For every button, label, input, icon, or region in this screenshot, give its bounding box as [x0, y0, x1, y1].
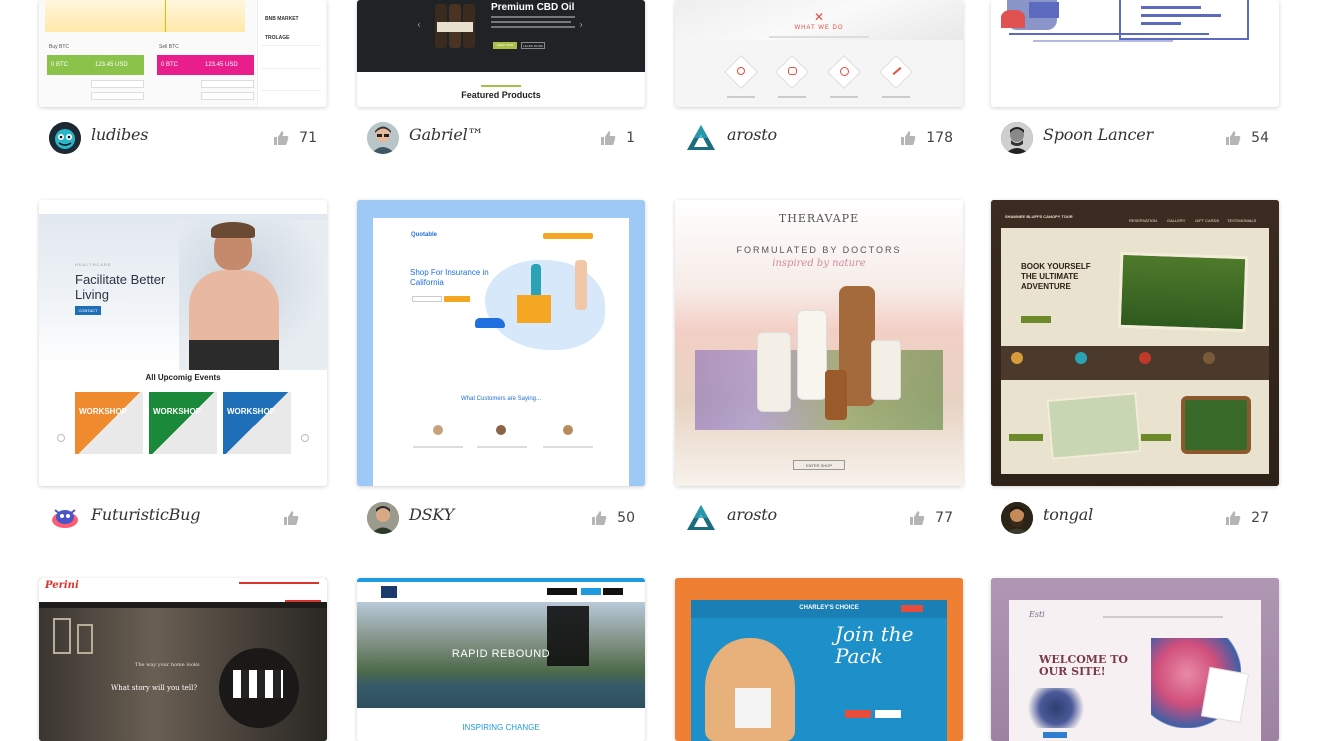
thumbs-up-icon[interactable]	[1225, 130, 1241, 146]
likes-counter[interactable]: 27	[1225, 508, 1269, 528]
brand-logo: SHAWNEE BLUFFS CANOPY TOUR	[1005, 214, 1073, 219]
thumbs-up-icon[interactable]	[1225, 510, 1241, 526]
section-title: INSPIRING CHANGE	[462, 723, 540, 732]
nav-testimonials[interactable]: TESTIMONIALS	[1227, 218, 1256, 223]
likes-counter[interactable]: 77	[909, 508, 953, 528]
hero-heading: What story will you tell?	[111, 684, 198, 692]
shop-now-button[interactable]: SHOP NOW	[493, 42, 517, 49]
likes-counter[interactable]: 71	[273, 128, 317, 148]
like-count: 178	[926, 130, 953, 146]
hero-heading: Join the Pack	[835, 622, 914, 668]
author-name[interactable]: arosto	[727, 505, 777, 524]
like-count: 77	[935, 510, 953, 526]
section-title: Featured Products	[461, 90, 541, 100]
author-avatar[interactable]	[49, 122, 81, 154]
author-name[interactable]: Spoon Lancer	[1043, 125, 1153, 144]
hero-heading: BOOK YOURSELF THE ULTIMATE ADVENTURE	[1021, 262, 1091, 291]
likes-counter[interactable]: 1	[600, 128, 635, 148]
likes-counter[interactable]: 178	[900, 128, 953, 148]
social-heading: SOCIALIZE WITH FELLOW ADVENTURERS	[1093, 479, 1177, 484]
section-title: WHAT WE DO	[794, 25, 844, 31]
likes-counter[interactable]: 50	[591, 508, 635, 528]
shot-thumbnail[interactable]: Esti WELCOME TO OUR SITE!	[991, 578, 1279, 741]
shot-thumbnail[interactable]: THERAVAPE FORMULATED BY DOCTORS inspired…	[675, 200, 963, 486]
hero-heading: Facilitate Better Living	[75, 272, 166, 302]
nav-reservation[interactable]: RESERVATION	[1129, 218, 1157, 223]
like-count: 54	[1251, 130, 1269, 146]
author-avatar[interactable]	[367, 502, 399, 534]
thumbs-up-icon[interactable]	[900, 130, 916, 146]
author-avatar[interactable]	[1001, 122, 1033, 154]
shot-thumbnail[interactable]: CHARLEY'S CHOICE Join the Pack	[675, 578, 963, 741]
author-name[interactable]: DSKY	[409, 505, 454, 524]
hero-subheading: inspired by nature	[772, 258, 866, 269]
events-heading: All Upcomig Events	[145, 373, 221, 382]
shot-thumbnail[interactable]: 0 BTC 123.45 USD 0 BTC 123.45 USD Buy BT…	[39, 0, 327, 107]
shot-thumbnail[interactable]: RAPID REBOUND INSPIRING CHANGE	[357, 578, 645, 741]
like-count: 71	[299, 130, 317, 146]
shot-thumbnail[interactable]: HEALTHCARE Facilitate Better Living CONT…	[39, 200, 327, 486]
nav-gallery[interactable]: GALLERY	[1167, 218, 1185, 223]
hero-heading: FORMULATED BY DOCTORS	[736, 245, 902, 255]
market-label: BNB MARKET	[265, 16, 299, 22]
btc-amount-text: 0 BTC	[161, 62, 179, 68]
hero-heading: WELCOME TO OUR SITE!	[1039, 653, 1128, 678]
enter-shop-button[interactable]: ENTER SHOP	[793, 460, 845, 470]
learn-more-button[interactable]: LEARN MORE	[521, 42, 545, 49]
like-count: 50	[617, 510, 635, 526]
author-avatar[interactable]	[49, 502, 81, 534]
author-avatar[interactable]	[1001, 502, 1033, 534]
thumbs-up-icon[interactable]	[600, 130, 616, 146]
brand-logo: THERAVAPE	[778, 212, 860, 225]
author-name[interactable]: ludibes	[91, 125, 149, 144]
like-count: 1	[626, 130, 635, 146]
likes-counter[interactable]: 54	[1225, 128, 1269, 148]
thumbs-up-icon[interactable]	[273, 130, 289, 146]
shot-thumbnail[interactable]: SHAWNEE BLUFFS CANOPY TOUR RESERVATION G…	[991, 200, 1279, 486]
brand-logo: CHARLEY'S CHOICE	[799, 605, 859, 611]
carousel-prev-icon[interactable]: ‹	[417, 20, 421, 31]
likes-counter[interactable]	[283, 508, 317, 528]
hero-heading: Shop For Insurance in California	[410, 268, 489, 287]
usd-amount-text: 123.45 USD	[205, 62, 238, 68]
product-title: Premium CBD Oil	[491, 2, 575, 13]
contact-button[interactable]: CONTACT	[75, 306, 101, 315]
tools-icon: ✕	[814, 10, 825, 24]
thumbs-up-icon[interactable]	[283, 510, 299, 526]
event-title: WORKSHOP	[79, 407, 127, 416]
author-avatar[interactable]	[367, 122, 399, 154]
like-count: 27	[1251, 510, 1269, 526]
carousel-next-icon[interactable]: ›	[579, 20, 583, 31]
thumbs-up-icon[interactable]	[591, 510, 607, 526]
author-name[interactable]: FuturisticBug	[91, 505, 201, 524]
brand-logo: Perini	[45, 580, 79, 591]
shot-thumbnail[interactable]: Quotable Shop For Insurance in Californi…	[357, 200, 645, 486]
nav-gift-cards[interactable]: GIFT CARDS	[1195, 218, 1219, 223]
event-title: WORKSHOP	[153, 407, 201, 416]
author-avatar[interactable]	[685, 122, 717, 154]
author-name[interactable]: Gabriel™	[409, 125, 484, 144]
buy-label: Buy BTC	[49, 44, 70, 50]
event-title: WORKSHOP	[227, 407, 275, 416]
shot-thumbnail[interactable]: Perini The way your home looks What stor…	[39, 578, 327, 741]
author-name[interactable]: arosto	[727, 125, 777, 144]
author-name[interactable]: tongal	[1043, 505, 1093, 524]
usd-amount-text: 123.45 USD	[95, 62, 128, 68]
hero-heading: RAPID REBOUND	[451, 648, 551, 660]
shot-thumbnail[interactable]: ✕ WHAT WE DO	[675, 0, 963, 107]
testimonials-heading: What Customers are Saying...	[460, 396, 542, 402]
shot-thumbnail[interactable]	[991, 0, 1279, 107]
btc-amount-text: 0 BTC	[51, 62, 69, 68]
sell-label: Sell BTC	[159, 44, 179, 50]
thumbs-up-icon[interactable]	[909, 510, 925, 526]
author-avatar[interactable]	[685, 502, 717, 534]
shot-thumbnail[interactable]: Premium CBD Oil SHOP NOW LEARN MORE ‹ › …	[357, 0, 645, 107]
brand-logo: Quotable	[411, 232, 438, 238]
trolage-label: TROLAGE	[265, 35, 290, 41]
